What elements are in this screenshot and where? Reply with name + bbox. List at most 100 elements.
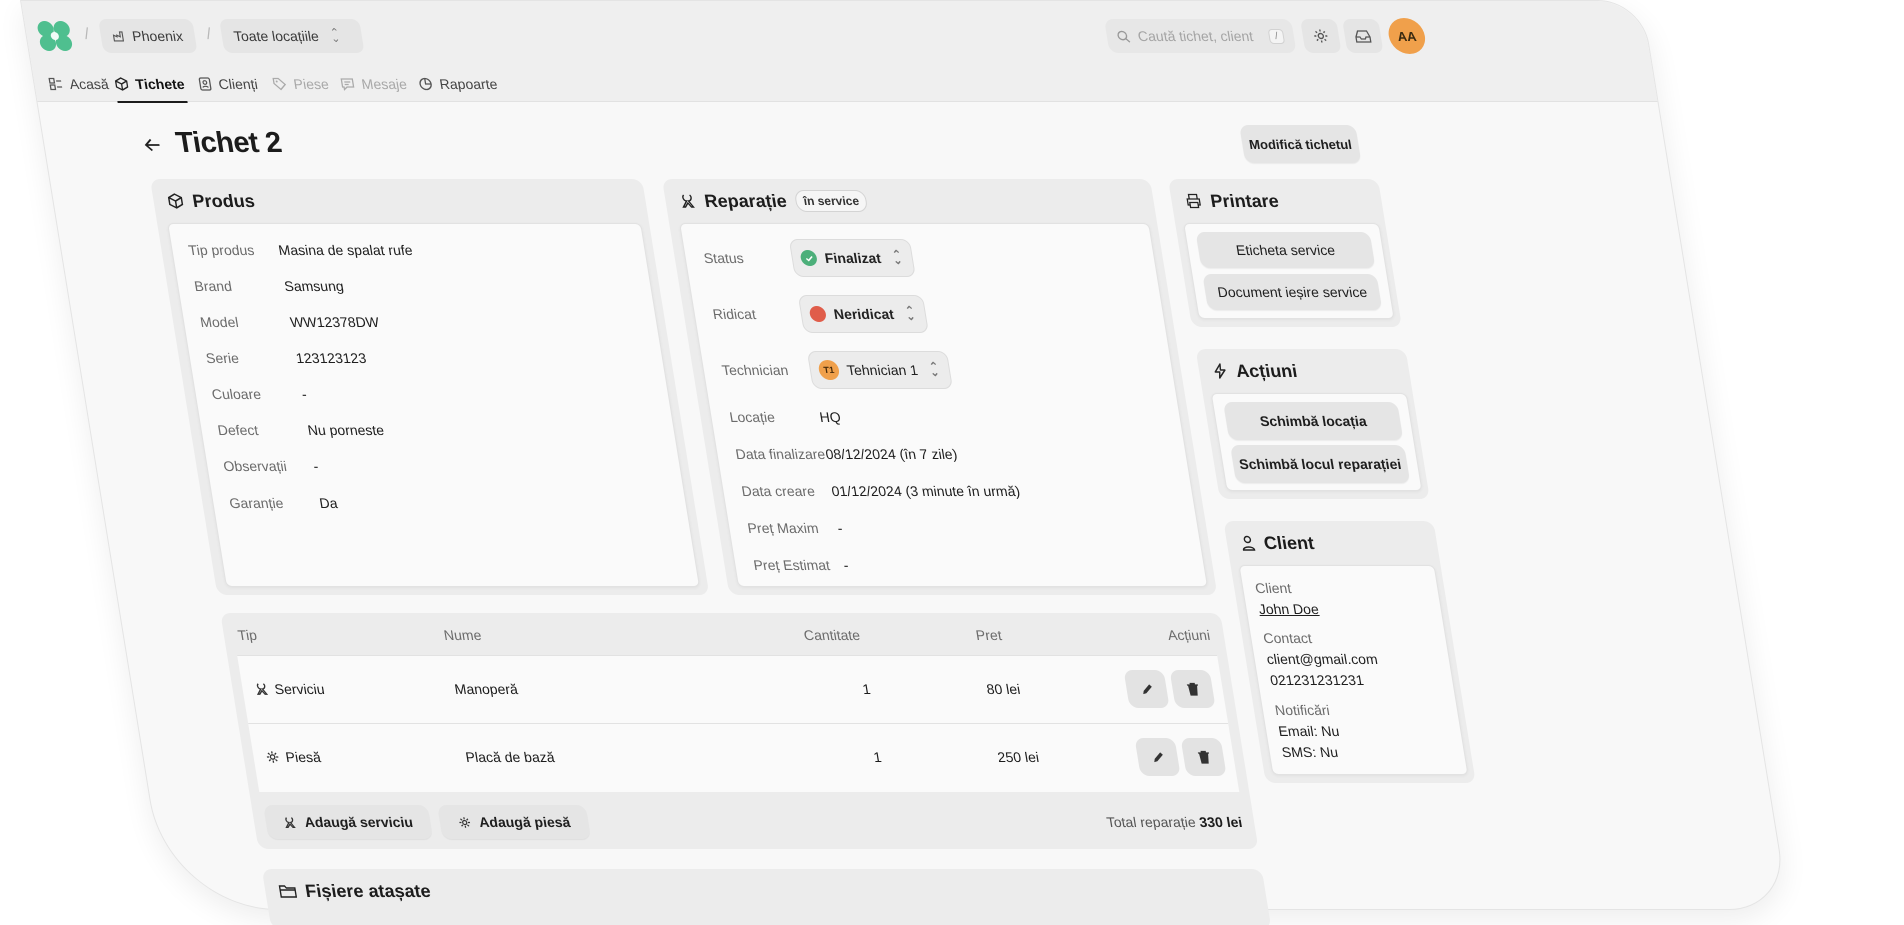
chart-icon — [419, 77, 432, 91]
tab-clienti[interactable]: Clienți — [196, 67, 260, 101]
actions-card-header: Acțiuni — [1196, 349, 1413, 393]
status-value: Finalizat — [823, 250, 883, 266]
attached-files-title: Fișiere atașate — [303, 880, 432, 901]
print-service-label-button[interactable]: Eticheta service — [1195, 232, 1376, 268]
model-label: Model — [198, 314, 240, 330]
search-placeholder: Caută tichet, client — [1136, 28, 1255, 44]
home-icon — [48, 77, 63, 91]
actions-card-title: Acțiuni — [1234, 360, 1299, 381]
technician-avatar: T1 — [817, 360, 841, 380]
tab-label: Clienți — [217, 76, 259, 92]
item-price: 250 lei — [996, 749, 1041, 765]
client-email: client@gmail.com — [1265, 651, 1379, 667]
defect-label: Defect — [216, 422, 260, 438]
pickup-select[interactable]: Neridicat ⌃ ⌄ — [797, 295, 930, 333]
pickup-label: Ridicat — [711, 306, 757, 322]
finish-date-label: Data finalizare — [734, 446, 827, 462]
page-title: Tichet 2 — [173, 127, 284, 159]
notification-email: Email: Nu — [1277, 723, 1341, 739]
location-selector[interactable]: Toate locațiile ⌃ ⌄ — [219, 19, 365, 53]
client-card-title: Client — [1262, 532, 1316, 553]
table-row: Piesă Placă de bază 1 250 lei — [248, 723, 1240, 792]
lightning-icon — [1214, 363, 1226, 379]
edit-item-button[interactable] — [1123, 670, 1170, 708]
item-name: Placă de bază — [464, 749, 556, 765]
add-service-button[interactable]: Adaugă serviciu — [263, 805, 433, 839]
pencil-icon — [1142, 683, 1152, 694]
print-card-header: Printare — [1168, 179, 1385, 223]
org-selector[interactable]: Phoenix — [98, 19, 198, 53]
actions-list: Schimbă locația Schimbă locul reparației — [1210, 393, 1423, 491]
change-location-button[interactable]: Schimbă locația — [1223, 402, 1404, 440]
change-repair-location-button[interactable]: Schimbă locul reparației — [1230, 445, 1411, 483]
column-header-type: Tip — [236, 627, 259, 643]
observations-label: Observații — [222, 458, 288, 474]
actions-card: Acțiuni Schimbă locația Schimbă locul re… — [1195, 349, 1430, 499]
repair-card-title: Reparație — [702, 190, 789, 211]
finish-date-value: 08/12/2024 (în 7 zile) — [824, 446, 959, 462]
client-phone: 021231231231 — [1268, 672, 1365, 688]
print-exit-document-button[interactable]: Document ieșire service — [1202, 274, 1383, 310]
tab-tichete[interactable]: Tichete — [111, 67, 188, 103]
item-quantity: 1 — [861, 681, 872, 697]
created-date-label: Data creare — [740, 483, 816, 499]
inbox-button[interactable] — [1342, 19, 1384, 53]
warranty-label: Garanție — [228, 495, 285, 511]
notifications-label: Notificări — [1273, 702, 1331, 718]
tab-mesaje[interactable]: Mesaje — [338, 67, 410, 101]
column-header-name: Nume — [442, 627, 483, 643]
search-bar[interactable]: Caută tichet, client / — [1104, 19, 1297, 53]
contacts-icon — [198, 77, 212, 91]
add-service-label: Adaugă serviciu — [303, 814, 415, 830]
back-arrow-icon[interactable] — [143, 138, 161, 152]
location-label: Locație — [728, 409, 776, 425]
print-actions: Eticheta service Document ieșire service — [1183, 223, 1395, 319]
defect-value: Nu porneste — [306, 422, 386, 438]
inbox-icon — [1355, 30, 1372, 43]
product-details: Tip produs Masina de spalat rufe Brand S… — [167, 223, 701, 587]
brand-label: Brand — [193, 278, 233, 294]
product-type-value: Masina de spalat rufe — [277, 242, 414, 258]
repair-total-label: Total reparație — [1105, 814, 1197, 830]
serial-label: Serie — [204, 350, 240, 366]
repair-card-header: Reparație în service — [662, 179, 1157, 223]
product-card-title: Produs — [190, 190, 257, 211]
client-name-link[interactable]: John Doe — [1257, 601, 1320, 617]
tab-acasa[interactable]: Acasă — [46, 67, 111, 101]
box-icon — [167, 193, 184, 209]
serial-value: 123123123 — [294, 350, 368, 366]
check-circle-icon — [799, 250, 819, 266]
product-card-header: Produs — [150, 179, 649, 223]
app-logo[interactable] — [34, 19, 76, 53]
item-name: Manoperă — [453, 681, 519, 697]
repair-status-badge: în service — [793, 190, 869, 212]
edit-item-button[interactable] — [1134, 738, 1181, 776]
column-header-quantity: Cantitate — [802, 627, 862, 643]
delete-item-button[interactable] — [1169, 670, 1216, 708]
add-part-label: Adaugă piesă — [477, 814, 572, 830]
chevron-updown-icon: ⌃ ⌄ — [329, 27, 342, 45]
org-name: Phoenix — [130, 28, 185, 44]
box-icon — [114, 77, 129, 91]
attached-files-card: Fișiere atașate — [261, 869, 1272, 925]
status-label: Status — [702, 250, 745, 266]
cog-icon — [266, 751, 279, 763]
tab-rapoarte[interactable]: Rapoarte — [416, 67, 500, 101]
technician-select[interactable]: T1 Tehnician 1 ⌃ ⌄ — [806, 351, 954, 389]
product-card: Produs Tip produs Masina de spalat rufe … — [149, 179, 710, 595]
factory-icon — [112, 31, 125, 42]
status-select[interactable]: Finalizat ⌃ ⌄ — [788, 239, 917, 277]
add-part-button[interactable]: Adaugă piesă — [437, 805, 591, 839]
delete-item-button[interactable] — [1180, 738, 1227, 776]
notification-sms: SMS: Nu — [1280, 744, 1340, 760]
attached-files-header: Fișiere atașate — [262, 869, 1269, 913]
settings-button[interactable] — [1300, 19, 1342, 53]
tab-piese[interactable]: Piese — [270, 67, 332, 101]
contact-label: Contact — [1262, 630, 1313, 646]
max-price-value: - — [836, 520, 844, 536]
app-window: / Phoenix / Toate locațiile ⌃ ⌄ Caută tic… — [20, 0, 1790, 925]
edit-ticket-button[interactable]: Modifică tichetul — [1239, 125, 1362, 163]
chevron-updown-icon: ⌃ ⌄ — [928, 361, 941, 379]
client-label: Client — [1253, 580, 1293, 596]
chevron-updown-icon: ⌃ ⌄ — [891, 249, 904, 267]
